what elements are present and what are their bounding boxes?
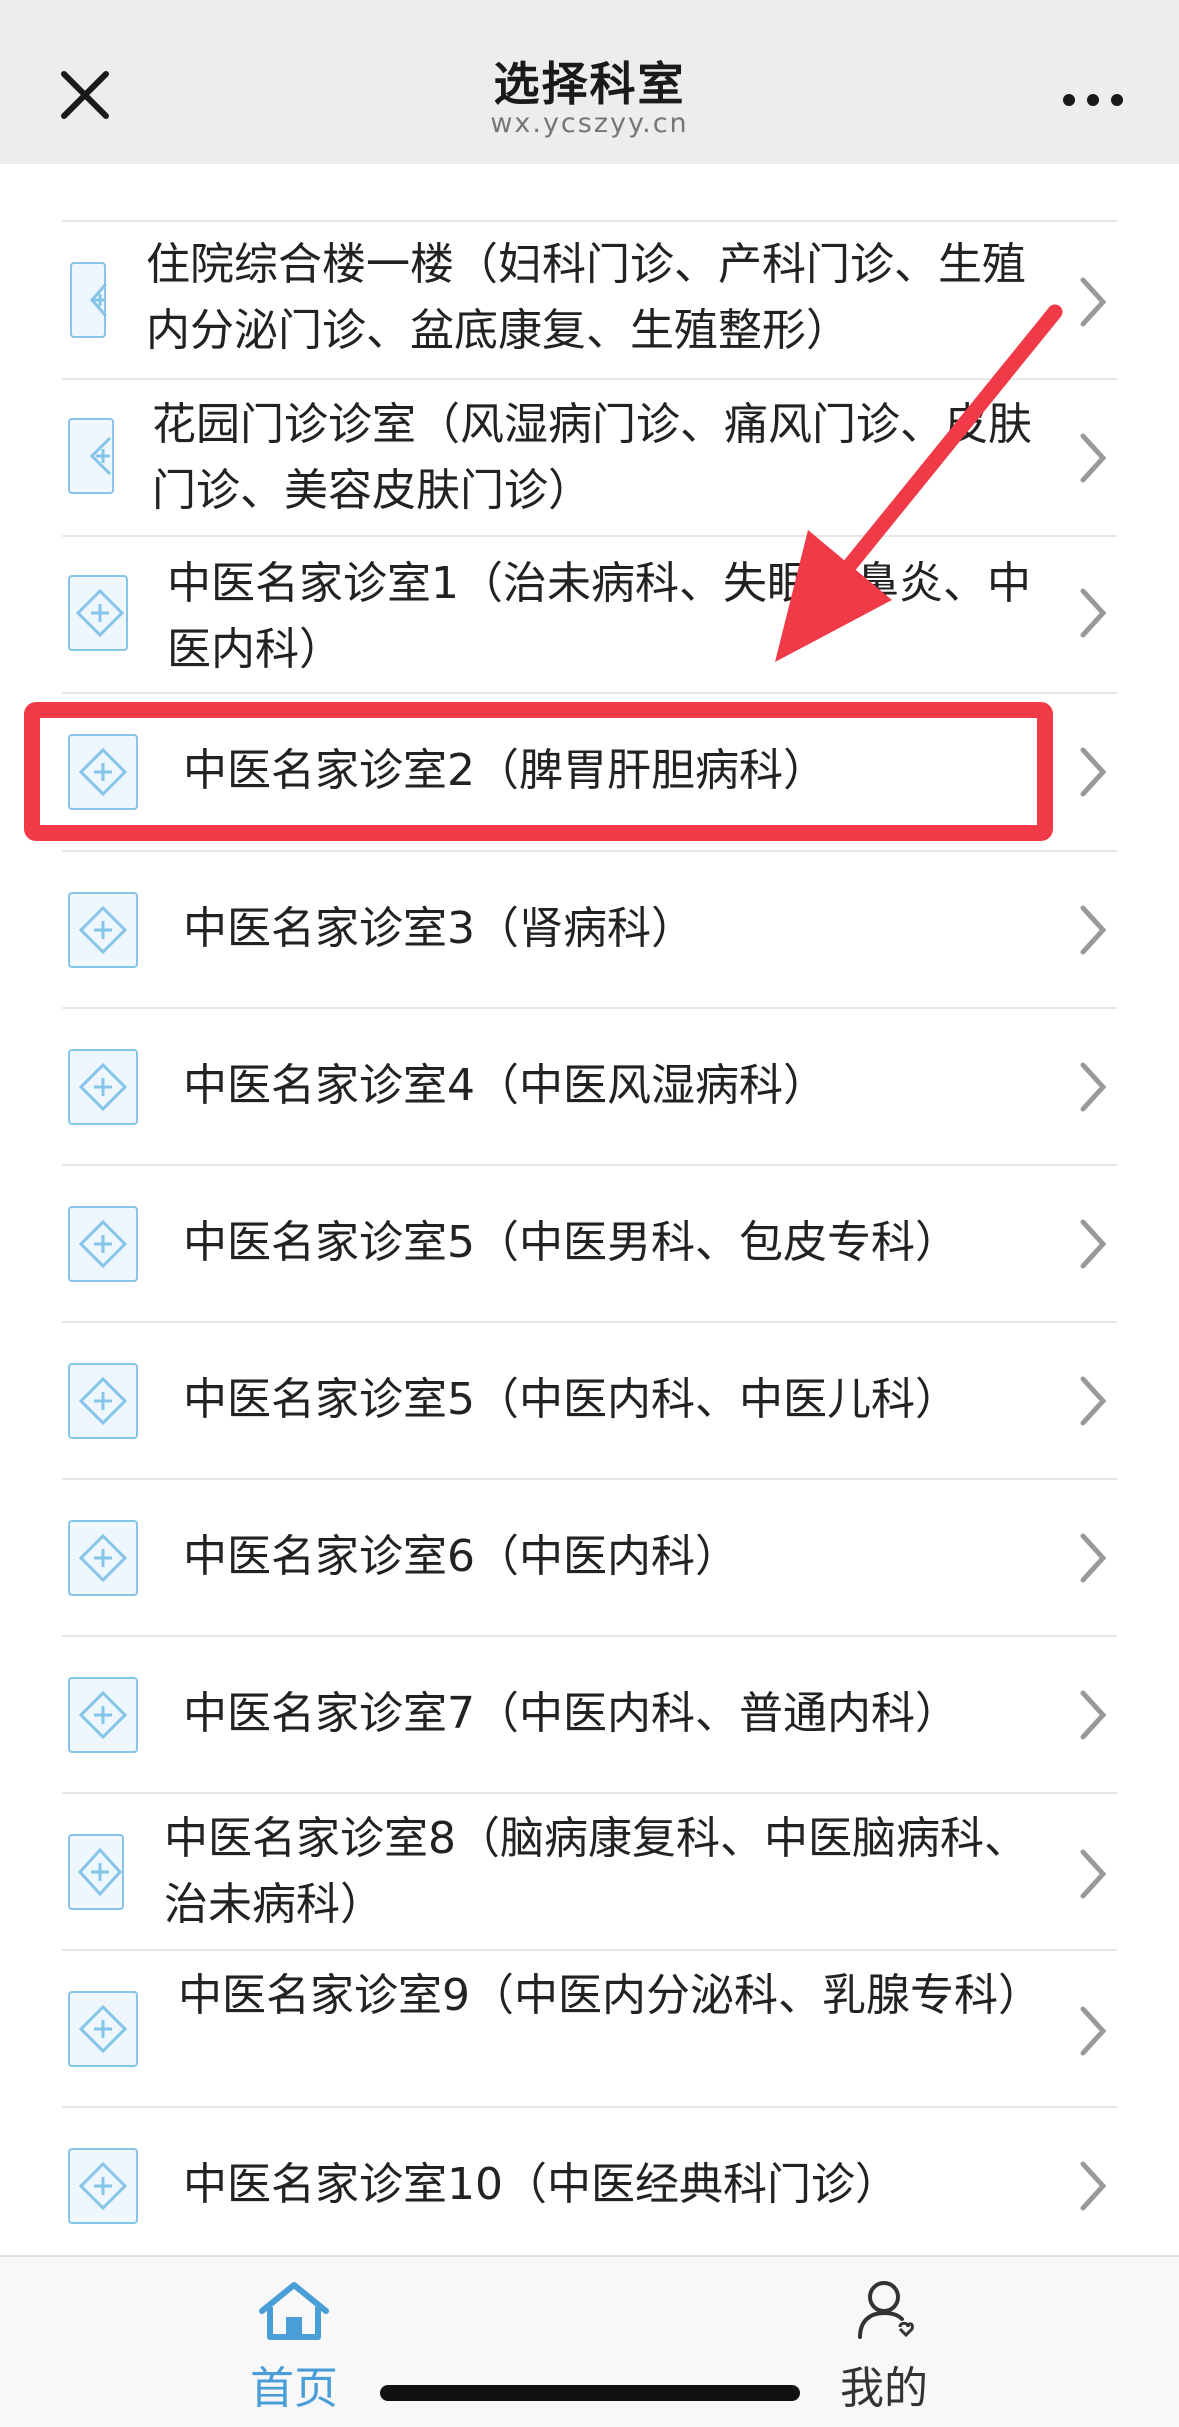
page: 住院综合楼一楼（妇科门诊、产科门诊、生殖内分泌门诊、盆底康复、生殖整形） 花园门… <box>0 0 1179 2427</box>
annotation-arrow-icon <box>775 304 1063 662</box>
home-indicator <box>380 2385 800 2401</box>
